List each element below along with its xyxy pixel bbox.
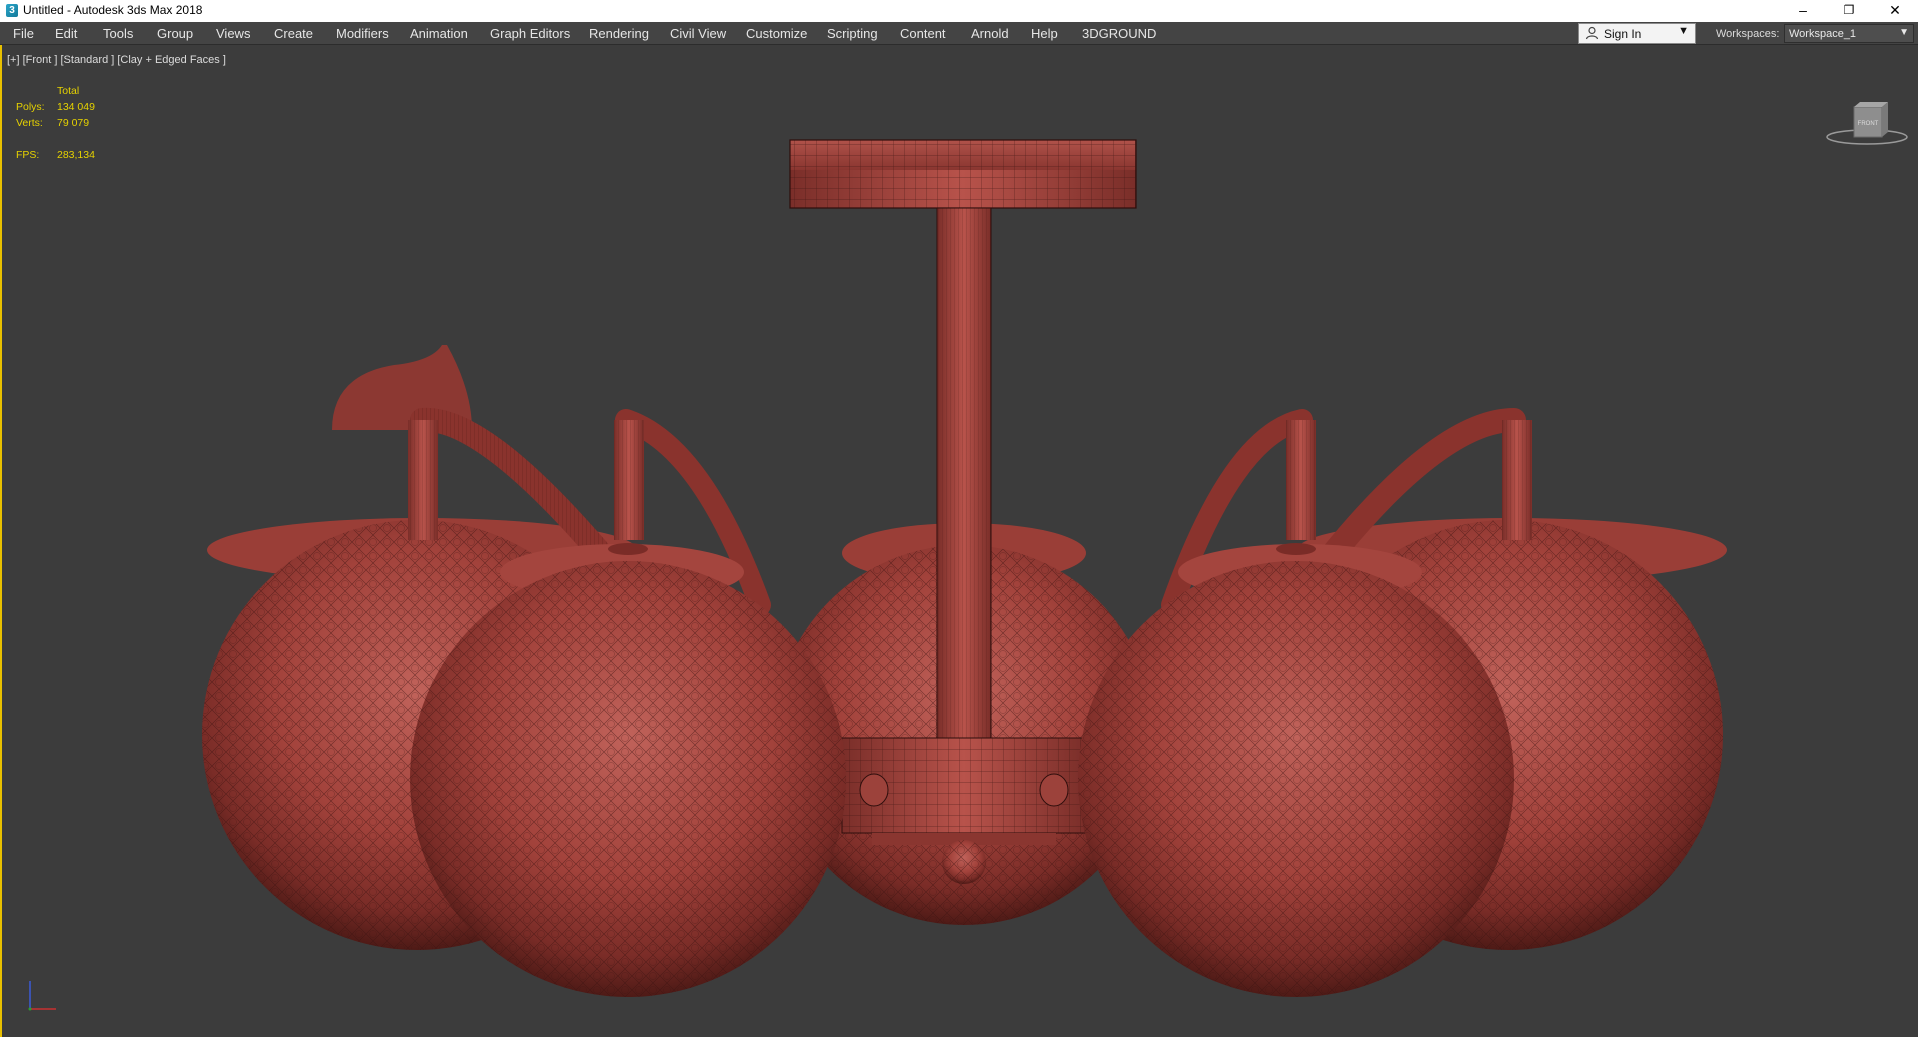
restore-icon[interactable]: ❐ [1826, 0, 1872, 22]
menu-civil-view[interactable]: Civil View [670, 26, 726, 41]
minimize-icon[interactable]: – [1780, 0, 1826, 22]
menu-content[interactable]: Content [900, 26, 946, 41]
menu-customize[interactable]: Customize [746, 26, 807, 41]
central-stem [936, 207, 992, 739]
menu-views[interactable]: Views [216, 26, 250, 41]
menu-3dground[interactable]: 3DGROUND [1082, 26, 1156, 41]
3ds-max-app-icon[interactable]: 3 [6, 4, 18, 17]
menu-graph-editors[interactable]: Graph Editors [490, 26, 570, 41]
sign-in-dropdown[interactable]: Sign In ▼ [1578, 23, 1696, 44]
chandelier-model[interactable] [2, 45, 1916, 1037]
chevron-down-icon: ▼ [1678, 25, 1689, 37]
ceiling-plate [789, 139, 1137, 209]
user-icon [1585, 26, 1599, 40]
sign-in-label: Sign In [1604, 27, 1642, 41]
menu-help[interactable]: Help [1031, 26, 1058, 41]
menu-scripting[interactable]: Scripting [827, 26, 878, 41]
menu-rendering[interactable]: Rendering [589, 26, 649, 41]
menu-modifiers[interactable]: Modifiers [336, 26, 389, 41]
menu-file[interactable]: File [13, 26, 34, 41]
menu-edit[interactable]: Edit [55, 26, 77, 41]
menu-tools[interactable]: Tools [103, 26, 133, 41]
chevron-down-icon: ▼ [1899, 27, 1909, 38]
workspaces-label: Workspaces: [1716, 28, 1780, 40]
menu-create[interactable]: Create [274, 26, 313, 41]
menu-arnold[interactable]: Arnold [971, 26, 1009, 41]
axis-tripod-icon [28, 981, 56, 1011]
window-title: Untitled - Autodesk 3ds Max 2018 [23, 3, 203, 17]
front-viewport[interactable]: [+] [Front ] [Standard ] [Clay + Edged F… [0, 45, 1918, 1037]
workspace-select[interactable]: Workspace_1 ▼ [1784, 24, 1914, 43]
menu-group[interactable]: Group [157, 26, 193, 41]
title-bar: 3 Untitled - Autodesk 3ds Max 2018 – ❐ ✕ [0, 0, 1918, 22]
menu-animation[interactable]: Animation [410, 26, 468, 41]
workspace-value: Workspace_1 [1789, 28, 1857, 40]
close-icon[interactable]: ✕ [1872, 0, 1918, 22]
